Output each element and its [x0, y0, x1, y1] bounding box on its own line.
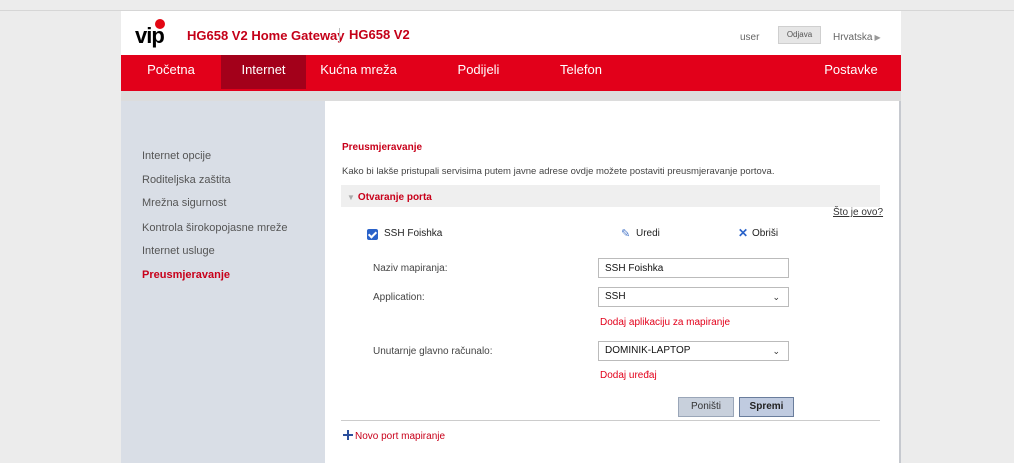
- close-icon[interactable]: ✕: [738, 226, 748, 240]
- add-application-link[interactable]: Dodaj aplikaciju za mapiranje: [600, 317, 730, 328]
- nav-tab-telefon[interactable]: Telefon: [541, 55, 621, 89]
- chevron-down-icon: ⌄: [772, 292, 780, 302]
- gray-separator: [121, 91, 901, 101]
- triangle-down-icon: ▼: [347, 193, 355, 202]
- header: vip HG658 V2 Home Gateway HG658 V2 user …: [121, 11, 901, 55]
- help-link[interactable]: Što je ovo?: [833, 207, 883, 218]
- mapping-name-label: Naziv mapiranja:: [373, 263, 448, 274]
- sidebar: Internet opcije Roditeljska zaštita Mrež…: [121, 101, 325, 463]
- divider: [341, 420, 880, 421]
- nav-tab-postavke[interactable]: Postavke: [811, 55, 891, 89]
- sidebar-item-mrezna-sigurnost[interactable]: Mrežna sigurnost: [142, 197, 226, 209]
- application-select[interactable]: SSH ⌄: [598, 287, 789, 307]
- sidebar-item-roditeljska-zastita[interactable]: Roditeljska zaštita: [142, 174, 231, 186]
- rule-name: SSH Foishka: [384, 228, 443, 239]
- username: user: [740, 32, 760, 43]
- logout-button[interactable]: Odjava: [778, 26, 821, 44]
- language-label: Hrvatska: [833, 32, 873, 43]
- save-button[interactable]: Spremi: [739, 397, 794, 417]
- host-label: Unutarnje glavno računalo:: [373, 346, 493, 357]
- application-value: SSH: [605, 291, 626, 302]
- host-select[interactable]: DOMINIK-LAPTOP ⌄: [598, 341, 789, 361]
- sidebar-item-kontrola-sirokopojasne[interactable]: Kontrola širokopojasne mreže: [142, 222, 288, 234]
- delete-button[interactable]: Obriši: [752, 228, 778, 239]
- new-port-mapping-link[interactable]: Novo port mapiranje: [343, 430, 445, 442]
- sidebar-item-internet-usluge[interactable]: Internet usluge: [142, 245, 215, 257]
- vip-logo: vip: [135, 19, 173, 48]
- plus-icon: [343, 430, 353, 440]
- page-description: Kako bi lakše pristupali servisima putem…: [342, 166, 775, 177]
- content-panel: Preusmjeravanje Kako bi lakše pristupali…: [325, 101, 901, 463]
- new-port-mapping-label: Novo port mapiranje: [355, 431, 446, 442]
- nav-tab-kucna-mreza[interactable]: Kućna mreža: [316, 55, 401, 89]
- nav-tab-podijeli[interactable]: Podijeli: [441, 55, 516, 89]
- edit-icon[interactable]: ✎: [621, 227, 630, 240]
- chevron-down-icon: ⌄: [772, 346, 780, 356]
- mapping-name-input[interactable]: [598, 258, 789, 278]
- host-value: DOMINIK-LAPTOP: [605, 345, 691, 356]
- sidebar-item-preusmjeravanje[interactable]: Preusmjeravanje: [142, 269, 230, 281]
- logo-dot-icon: [155, 19, 165, 29]
- application-label: Application:: [373, 292, 425, 303]
- triangle-right-icon: ▶: [874, 33, 881, 42]
- section-title-label: Otvaranje porta: [357, 192, 432, 203]
- reset-button[interactable]: Poništi: [678, 397, 734, 417]
- nav-tab-pocetna[interactable]: Početna: [121, 55, 221, 89]
- nav-tab-internet[interactable]: Internet: [221, 55, 306, 89]
- router-app-frame: vip HG658 V2 Home Gateway HG658 V2 user …: [121, 11, 901, 463]
- language-selector[interactable]: Hrvatska ▶: [833, 32, 881, 43]
- edit-button[interactable]: Uredi: [636, 228, 660, 239]
- app-title: HG658 V2 Home Gateway: [187, 28, 345, 43]
- page-title: Preusmjeravanje: [342, 142, 423, 153]
- section-title[interactable]: ▼ Otvaranje porta: [347, 192, 432, 203]
- sidebar-item-internet-opcije[interactable]: Internet opcije: [142, 150, 211, 162]
- main-nav: Početna Internet Kućna mreža Podijeli Te…: [121, 55, 901, 89]
- model-name: HG658 V2: [339, 28, 410, 42]
- rule-checkbox[interactable]: [367, 229, 378, 240]
- add-device-link[interactable]: Dodaj uređaj: [600, 370, 657, 381]
